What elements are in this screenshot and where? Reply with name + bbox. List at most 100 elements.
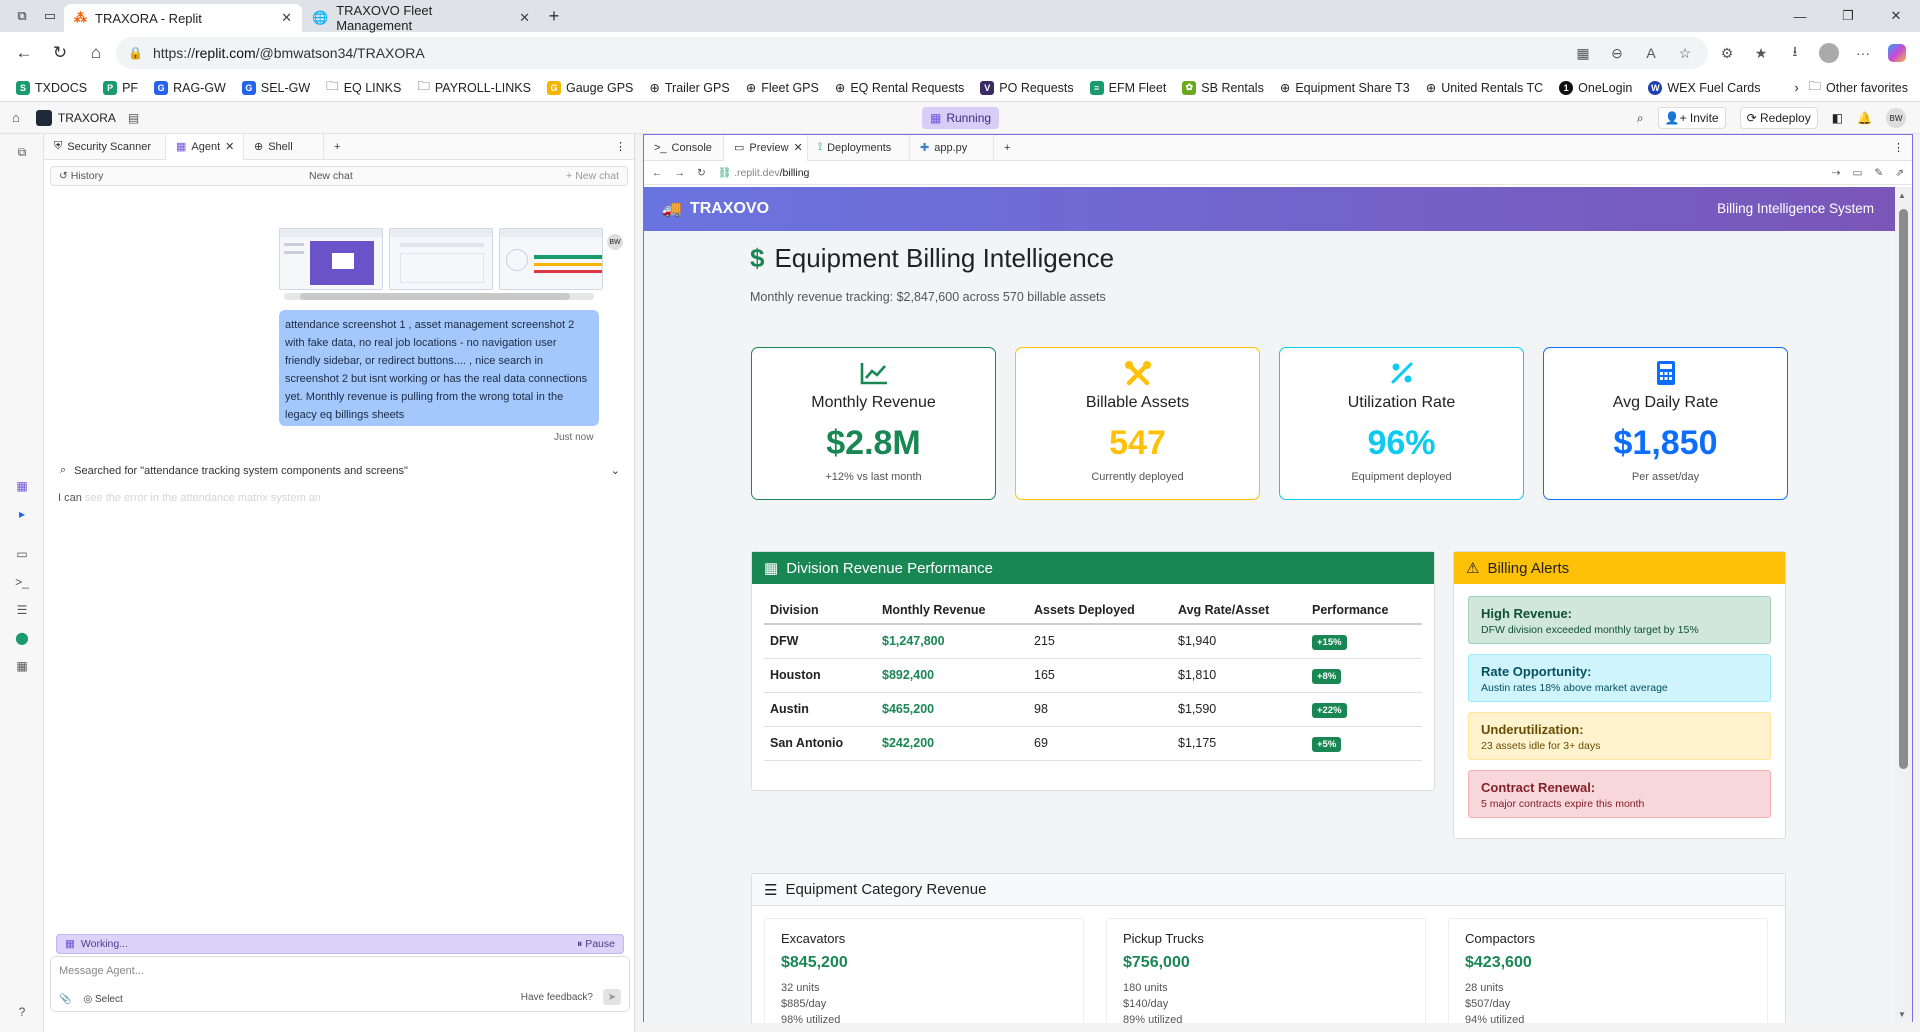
zoom-icon[interactable]: ⊖	[1602, 38, 1632, 68]
favorite-pf[interactable]: P PF	[95, 80, 146, 95]
notifications-bell-icon[interactable]: 🔔	[1857, 111, 1872, 125]
favorite-txdocs[interactable]: S TXDOCS	[8, 80, 95, 95]
select-button[interactable]: ◎ Select	[83, 994, 122, 1005]
new-tab-icon[interactable]: +	[540, 0, 568, 32]
database-icon[interactable]: ☰	[0, 596, 44, 624]
favorite-fleet-gps[interactable]: ⊕ Fleet GPS	[738, 80, 827, 96]
invite-button[interactable]: 👤+ Invite	[1657, 107, 1726, 129]
feedback-link[interactable]: Have feedback?	[521, 992, 593, 1003]
new-chat-button[interactable]: + New chat	[566, 170, 619, 182]
extensions-icon[interactable]: ⚙	[1712, 38, 1742, 68]
minimize-icon[interactable]: —	[1776, 0, 1824, 32]
tab-preview[interactable]: ▭ Preview ✕	[724, 134, 808, 161]
favorite-po-requests[interactable]: V PO Requests	[972, 80, 1081, 95]
close-tab-icon[interactable]: ✕	[281, 10, 292, 26]
favorite-efm-fleet[interactable]: ≡ EFM Fleet	[1082, 80, 1175, 95]
help-icon[interactable]: ?	[0, 998, 44, 1026]
tab-shell[interactable]: ⊕ Shell	[244, 133, 324, 160]
attach-icon[interactable]: 📎	[59, 994, 71, 1005]
redeploy-button[interactable]: ⟳ Redeploy	[1739, 107, 1818, 129]
preview-icon[interactable]: ▭	[0, 540, 44, 568]
tab-console[interactable]: >_ Console	[644, 134, 724, 161]
back-icon[interactable]: ←	[652, 167, 663, 179]
pane-menu-icon[interactable]: ⋮	[615, 140, 634, 153]
close-window-icon[interactable]: ✕	[1872, 0, 1920, 32]
project-settings-icon[interactable]: ▤	[128, 111, 139, 125]
preview-scrollbar[interactable]: ▲ ▼	[1895, 187, 1912, 1023]
more-icon[interactable]: ···	[1848, 38, 1878, 68]
deployments-icon[interactable]: ⬤	[0, 624, 44, 652]
other-favorites[interactable]: 🗀 Other favorites	[1801, 77, 1917, 98]
preview-url[interactable]: ⛓ .replit.dev/billing	[718, 166, 1820, 179]
attachment-thumbnail-1[interactable]	[279, 228, 383, 290]
url-field[interactable]: 🔒 https://replit.com/@bmwatson34/TRAXORA…	[116, 37, 1708, 69]
running-status-button[interactable]: ▦ Running	[922, 107, 1000, 129]
search-icon[interactable]: ⌕	[1637, 111, 1644, 126]
home-icon[interactable]: ⌂	[12, 110, 20, 125]
tab-app-py[interactable]: ✚ app.py	[910, 134, 994, 161]
favorite-sel-gw[interactable]: G SEL-GW	[234, 80, 318, 95]
favorites-icon[interactable]: ★	[1746, 38, 1776, 68]
tab-agent[interactable]: ▦ Agent ✕	[166, 133, 244, 160]
downloads-icon[interactable]: ⭳	[1780, 38, 1810, 68]
close-tab-icon[interactable]: ✕	[225, 140, 234, 153]
favorite-trailer-gps[interactable]: ⊕ Trailer GPS	[641, 80, 737, 96]
scrollbar-thumb[interactable]	[1899, 209, 1908, 769]
browser-tab-traxora[interactable]: ⁂ TRAXORA - Replit ✕	[64, 4, 302, 32]
favorite-gauge-gps[interactable]: G Gauge GPS	[539, 80, 641, 95]
search-activity-row[interactable]: ⌕ Searched for "attendance tracking syst…	[60, 464, 620, 477]
favorite-sb-rentals[interactable]: ✿ SB Rentals	[1174, 80, 1272, 95]
message-input[interactable]: Message Agent...	[51, 957, 629, 985]
file-tree-icon[interactable]: ⧉	[0, 138, 44, 166]
forward-icon[interactable]: →	[675, 167, 686, 179]
open-new-tab-icon[interactable]: ⇗	[1895, 167, 1904, 179]
vertical-tabs-icon[interactable]: ▭	[36, 0, 64, 32]
back-icon[interactable]: ←	[8, 37, 40, 69]
app-brand[interactable]: 🚚 TRAXOVO	[662, 199, 769, 219]
app-available-icon[interactable]: ▦	[1568, 38, 1598, 68]
close-tab-icon[interactable]: ✕	[519, 10, 530, 26]
project-name[interactable]: TRAXORA	[58, 111, 116, 125]
home-icon[interactable]: ⌂	[80, 37, 112, 69]
run-icon[interactable]: ▸	[0, 500, 44, 528]
pane-menu-icon[interactable]: ⋮	[1893, 141, 1912, 154]
devtools-icon[interactable]: ✎	[1874, 167, 1883, 179]
favorite-eq-links[interactable]: 🗀 EQ LINKS	[318, 77, 409, 98]
devices-icon[interactable]: ▭	[1852, 167, 1862, 179]
favorite-equipment-share[interactable]: ⊕ Equipment Share T3	[1272, 80, 1418, 96]
close-tab-icon[interactable]: ✕	[794, 141, 803, 154]
favorite-wex[interactable]: W WEX Fuel Cards	[1640, 80, 1768, 95]
read-aloud-icon[interactable]: A	[1636, 38, 1666, 68]
history-button[interactable]: ↺ History	[59, 170, 103, 182]
pause-button[interactable]: ⏸ Pause	[577, 938, 615, 951]
restore-icon[interactable]: ❐	[1824, 0, 1872, 32]
tab-deployments[interactable]: ⟟ Deployments	[808, 134, 910, 161]
attachment-thumbnail-3[interactable]	[499, 228, 603, 290]
reload-icon[interactable]: ↻	[44, 37, 76, 69]
chevron-down-icon[interactable]: ⌄	[611, 464, 620, 477]
deploy-status-icon[interactable]: ◧	[1832, 111, 1843, 125]
profile-icon[interactable]	[1814, 38, 1844, 68]
alert-desc: Austin rates 18% above market average	[1481, 682, 1668, 694]
all-tools-icon[interactable]: ▦	[0, 652, 44, 680]
forward-arrow-icon[interactable]: ⇢	[1832, 167, 1841, 179]
shell-icon[interactable]: >_	[0, 568, 44, 596]
favorite-onelogin[interactable]: 1 OneLogin	[1551, 80, 1640, 95]
thumbnail-scrollbar[interactable]	[284, 293, 594, 300]
user-avatar[interactable]: BW	[1886, 108, 1906, 128]
workspaces-icon[interactable]: ⧉	[8, 0, 36, 32]
browser-tab-traxovo[interactable]: 🌐 TRAXOVO Fleet Management ✕	[302, 3, 540, 33]
copilot-icon[interactable]	[1882, 38, 1912, 68]
attachment-thumbnail-2[interactable]	[389, 228, 493, 290]
agent-icon[interactable]: ▦	[0, 472, 44, 500]
tab-security-scanner[interactable]: ⛨ Security Scanner	[44, 133, 166, 160]
favorite-rag-gw[interactable]: G RAG-GW	[146, 80, 234, 95]
send-icon[interactable]: ➤	[603, 989, 621, 1005]
reload-icon[interactable]: ↻	[697, 167, 706, 179]
favorite-payroll-links[interactable]: 🗀 PAYROLL-LINKS	[409, 77, 539, 98]
favorite-eq-rental[interactable]: ⊕ EQ Rental Requests	[827, 80, 972, 96]
new-tab-icon[interactable]: +	[324, 134, 350, 160]
favorite-star-icon[interactable]: ☆	[1670, 38, 1700, 68]
new-tab-icon[interactable]: +	[994, 135, 1020, 161]
favorite-united-rentals[interactable]: ⊕ United Rentals TC	[1418, 80, 1551, 96]
